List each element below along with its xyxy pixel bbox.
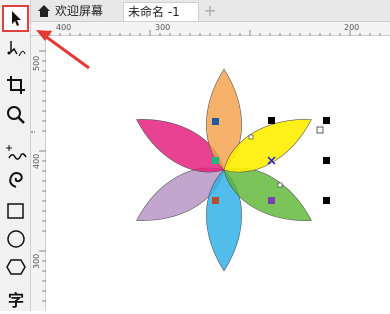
rectangle-icon	[7, 203, 24, 219]
ruler-label: 300	[32, 253, 41, 269]
spiral-brush-icon	[9, 172, 23, 188]
shape-tool-button[interactable]	[3, 36, 29, 62]
ruler-label: 400	[32, 153, 41, 169]
selection-node[interactable]	[316, 126, 324, 134]
freehand-icon	[6, 145, 27, 160]
tab-welcome-label: 欢迎屏幕	[55, 4, 104, 18]
tab-document-label: 未命名 -1	[128, 5, 180, 19]
document-tab-bar: 欢迎屏幕 未命名 -1 +	[31, 0, 390, 22]
tab-untitled-document[interactable]: 未命名 -1	[123, 2, 199, 21]
arrow-cursor-icon	[12, 11, 21, 26]
selection-handle[interactable]	[323, 197, 330, 204]
new-tab-button[interactable]: +	[203, 2, 217, 21]
center-marker	[268, 197, 275, 204]
horizontal-ruler-ticks	[49, 30, 381, 36]
polygon-tool-button[interactable]	[3, 254, 29, 280]
crop-tool-button[interactable]	[3, 72, 29, 98]
flower-drawing	[127, 68, 330, 272]
plus-icon: +	[203, 1, 217, 20]
artistic-media-button[interactable]	[3, 166, 29, 192]
ruler-label: 400	[56, 23, 72, 32]
horizontal-ruler[interactable]: 400 300 200	[31, 22, 390, 36]
text-tool-button[interactable]: 字	[3, 288, 29, 314]
ellipse-icon	[7, 230, 25, 248]
tab-welcome-screen[interactable]: 欢迎屏幕	[33, 2, 121, 21]
center-marker	[212, 197, 219, 204]
magnifier-icon	[7, 106, 25, 124]
vertical-ruler-ticks	[31, 50, 46, 302]
center-marker	[212, 157, 219, 164]
home-icon	[38, 5, 50, 17]
selection-handle[interactable]	[323, 117, 330, 124]
ruler-label: 500	[32, 55, 41, 71]
ruler-label: 300	[155, 23, 171, 32]
selection-node[interactable]	[248, 134, 254, 140]
crop-icon	[7, 76, 25, 94]
hexagon-icon	[6, 259, 26, 275]
shape-node-icon	[7, 41, 26, 57]
pick-tool-button[interactable]	[2, 5, 29, 32]
center-marker	[212, 118, 219, 125]
freehand-tool-button[interactable]	[3, 140, 29, 166]
zoom-tool-button[interactable]	[3, 102, 29, 128]
text-tool-label: 字	[7, 291, 24, 310]
vertical-ruler[interactable]: 500 400 300	[31, 36, 46, 311]
selection-handle[interactable]	[323, 157, 330, 164]
ruler-label: 200	[344, 23, 360, 32]
ellipse-tool-button[interactable]	[3, 226, 29, 252]
toolbox: 字	[0, 0, 31, 311]
rectangle-tool-button[interactable]	[3, 198, 29, 224]
selection-node[interactable]	[277, 182, 283, 188]
drawing-canvas[interactable]	[46, 36, 390, 311]
selection-handle[interactable]	[268, 117, 275, 124]
